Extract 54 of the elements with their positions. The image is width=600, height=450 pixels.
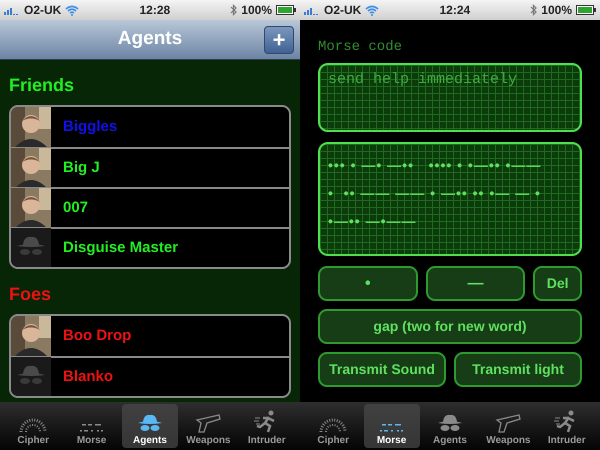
clock-time: 12:24 (439, 2, 470, 19)
tab[interactable]: Weapons (180, 404, 236, 448)
pistol-icon (493, 412, 524, 434)
morse-key-button[interactable]: Transmit Sound (318, 352, 446, 387)
agent-row[interactable]: Big J (11, 147, 289, 187)
tab[interactable]: Weapons (480, 404, 536, 448)
tab[interactable]: Cipher (5, 404, 62, 448)
agent-name: Big J (63, 158, 100, 178)
battery-percent: 100% (241, 2, 272, 19)
morse-line: ••• • —• —•• •••• • •—•• •—— (328, 156, 542, 174)
tab[interactable]: Intruder (238, 404, 295, 448)
section-title: Foes (9, 283, 52, 306)
agent-row[interactable]: Disguise Master (11, 227, 289, 267)
hat-glasses-icon (11, 228, 51, 267)
morse-key-button[interactable]: Transmit light (454, 352, 582, 387)
clock-time: 12:28 (139, 2, 170, 19)
morse-key-button[interactable]: Del (533, 266, 582, 301)
morse-key-button[interactable]: gap (two for new word) (318, 309, 582, 344)
battery-percent: 100% (541, 2, 572, 19)
bluetooth-icon (530, 4, 538, 16)
pistol-icon (193, 412, 224, 434)
agent-row[interactable]: Blanko (11, 356, 289, 396)
agent-name: Blanko (63, 366, 114, 387)
agent-name: Boo Drop (63, 326, 132, 346)
morse-key-button[interactable]: — (426, 266, 526, 301)
hat-glasses-icon (11, 357, 51, 396)
agent-name: 007 (63, 198, 88, 218)
battery-icon (576, 5, 596, 15)
morse-line: • •• —— —— • —•• •• •— — • (328, 184, 542, 202)
agent-name: Biggles (63, 116, 118, 137)
wifi-icon (365, 4, 380, 16)
carrier-name: O2-UK (24, 2, 62, 19)
morse-line: •—•• —•—— (328, 212, 418, 230)
nav-title: Agents (118, 27, 182, 52)
agent-row[interactable]: Boo Drop (11, 316, 289, 356)
add-button[interactable]: + (264, 26, 294, 54)
carrier-name: O2-UK (324, 2, 362, 19)
bluetooth-icon (230, 4, 238, 16)
tab[interactable]: Agents (422, 404, 478, 448)
agent-name: Disguise Master (63, 238, 178, 258)
morse-label: Morse code (318, 38, 404, 57)
section-title: Friends (9, 74, 74, 97)
battery-icon (276, 5, 296, 15)
morse-key-button[interactable]: • (318, 266, 418, 301)
tab[interactable]: Morse (64, 404, 120, 448)
wifi-icon (65, 4, 80, 16)
text-input-field[interactable]: send help immediately (318, 63, 582, 132)
tab[interactable]: Morse (364, 404, 420, 448)
tab[interactable]: Agents (122, 404, 178, 448)
dots-dashes-icon (78, 422, 105, 434)
tab[interactable]: Cipher (305, 404, 362, 448)
dots-dashes-icon (378, 422, 405, 434)
tab[interactable]: Intruder (538, 404, 595, 448)
agent-row[interactable]: 007 (11, 187, 289, 227)
